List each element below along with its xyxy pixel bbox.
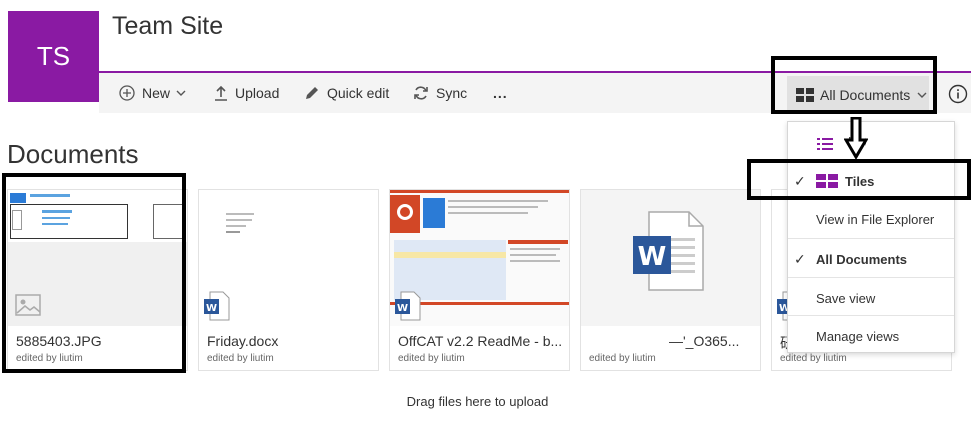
sync-icon: [413, 85, 429, 101]
checkmark-icon: ✓: [794, 250, 806, 267]
upload-button[interactable]: Upload: [214, 73, 279, 113]
view-menu: List ✓ Tiles View in File Explorer ✓ All…: [787, 121, 955, 353]
menu-item-view-in-file-explorer[interactable]: View in File Explorer: [788, 200, 954, 238]
file-editor: edited by liutim: [589, 353, 656, 364]
more-actions-button[interactable]: ...: [493, 73, 508, 113]
down-arrow-icon: [844, 117, 868, 159]
quick-edit-button[interactable]: Quick edit: [304, 73, 389, 113]
menu-item-label: Manage views: [816, 328, 900, 344]
menu-item-label: View in File Explorer: [816, 211, 935, 227]
list-icon: [817, 138, 833, 153]
file-editor: edited by liutim: [207, 353, 274, 364]
menu-item-all-documents[interactable]: ✓ All Documents: [788, 240, 954, 278]
sync-label: Sync: [436, 85, 468, 101]
quick-edit-label: Quick edit: [327, 85, 390, 101]
menu-item-label: Save view: [816, 290, 876, 306]
site-logo-text: TS: [36, 41, 71, 71]
file-name: OffCAT v2.2 ReadMe - b...: [398, 333, 563, 349]
chevron-down-icon: [176, 88, 186, 98]
upload-label: Upload: [235, 85, 280, 101]
library-heading: Documents: [7, 139, 139, 169]
selected-tile-highlight: [2, 173, 186, 373]
new-button[interactable]: New: [119, 73, 186, 113]
menu-separator: [788, 315, 954, 316]
file-tile[interactable]: W OffCAT v2.2 ReadMe - b... edited by li…: [389, 189, 570, 371]
document-thumbnail: W: [581, 190, 760, 326]
plus-circle-icon: [119, 85, 135, 101]
sync-button[interactable]: Sync: [413, 73, 467, 113]
menu-item-label: All Documents: [816, 251, 908, 267]
info-icon[interactable]: [948, 84, 968, 109]
menu-separator: [788, 238, 954, 239]
menu-item-list[interactable]: List: [788, 124, 954, 162]
svg-text:W: W: [638, 242, 667, 272]
site-logo[interactable]: TS: [8, 11, 99, 102]
upload-icon: [214, 85, 228, 101]
file-tile[interactable]: W Friday.docx edited by liutim: [198, 189, 379, 371]
file-editor: edited by liutim: [398, 353, 465, 364]
word-icon: W: [633, 211, 704, 291]
site-title[interactable]: Team Site: [112, 12, 223, 41]
menu-item-manage-views[interactable]: Manage views: [788, 317, 954, 355]
word-icon: W: [395, 291, 421, 321]
svg-text:W: W: [206, 303, 217, 314]
drag-upload-hint: Drag files here to upload: [406, 394, 549, 409]
word-icon: W: [204, 291, 230, 321]
menu-separator: [788, 277, 954, 278]
view-switcher-highlight: [771, 56, 937, 114]
svg-text:W: W: [397, 303, 408, 314]
pencil-icon: [304, 85, 320, 101]
file-tile[interactable]: W —'_O365... edited by liutim: [580, 189, 761, 371]
file-name: Friday.docx: [207, 333, 279, 349]
tiles-option-highlight: [747, 159, 971, 200]
file-name: —'_O365...: [669, 333, 740, 349]
menu-item-save-view[interactable]: Save view: [788, 279, 954, 317]
new-label: New: [142, 85, 171, 101]
